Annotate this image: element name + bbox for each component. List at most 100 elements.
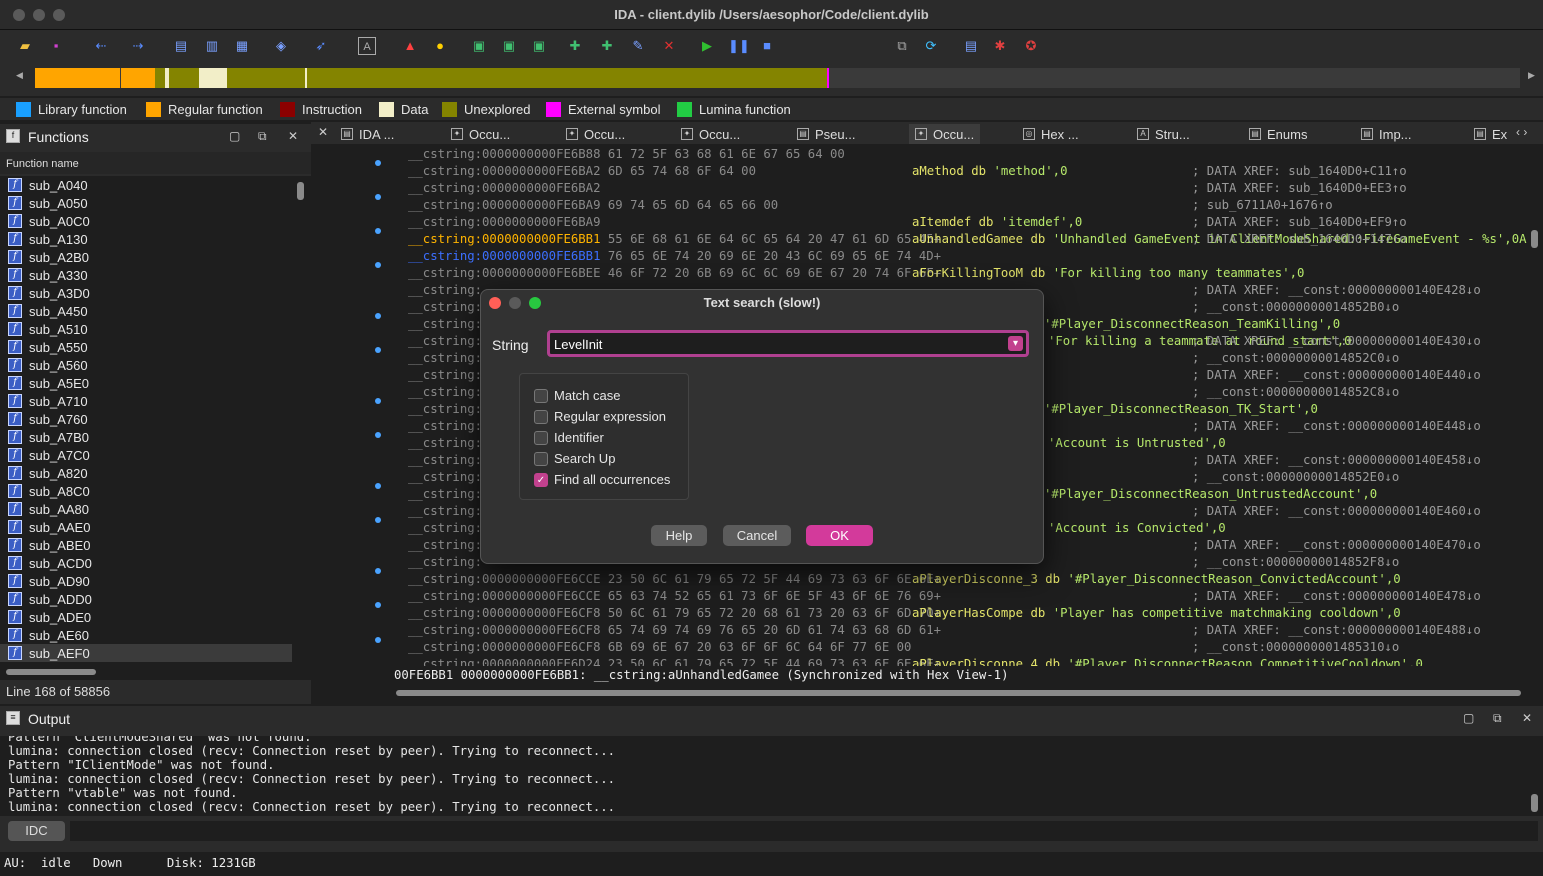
string-combobox[interactable]: ▾ (547, 330, 1029, 357)
add-segment-icon[interactable]: ▣ (470, 37, 488, 55)
function-item[interactable]: f sub_A050 (0, 194, 292, 212)
disasm-line[interactable]: __cstring:0000000000FE6BEE 46 6F 72 20 6… (408, 265, 941, 282)
scroll-thumb[interactable] (1531, 230, 1538, 248)
struct-icon[interactable]: ▣ (530, 37, 548, 55)
tab-ex[interactable]: ▤ Ex (1474, 124, 1507, 144)
function-item[interactable]: f sub_A0C0 (0, 212, 292, 230)
function-item[interactable]: f sub_ABE0 (0, 536, 292, 554)
panel-minimize-icon[interactable]: ▢ (1463, 711, 1474, 725)
function-item[interactable]: f sub_A560 (0, 356, 292, 374)
panel-close-icon[interactable]: ✕ (1522, 711, 1532, 725)
disasm-line[interactable]: __cstring:0000000000FE6BA2 (408, 180, 608, 197)
scroll-thumb[interactable] (396, 690, 1521, 696)
trace-icon[interactable]: ✱ (991, 37, 1009, 55)
function-item[interactable]: f sub_A7B0 (0, 428, 292, 446)
function-item[interactable]: f sub_AE60 (0, 626, 292, 644)
function-item[interactable]: f sub_AEF0 (0, 644, 292, 662)
tab-occu[interactable]: ✦ Occu... (681, 124, 740, 144)
output-scrollbar[interactable] (1527, 736, 1543, 816)
search-bulb-icon[interactable]: ● (431, 37, 449, 55)
function-item[interactable]: f sub_AD90 (0, 572, 292, 590)
tab-ida[interactable]: ▤ IDA ... (341, 124, 394, 144)
disasm-line[interactable]: __cstring:0000000000FE6BA9 69 74 65 6D 6… (408, 197, 778, 214)
checkbox[interactable] (534, 388, 548, 403)
function-item[interactable]: f sub_A3D0 (0, 284, 292, 302)
segment-icon[interactable]: ▣ (500, 37, 518, 55)
close-tab-icon[interactable]: ✕ (318, 125, 328, 139)
function-item[interactable]: f sub_A550 (0, 338, 292, 356)
function-item[interactable]: f sub_A8C0 (0, 482, 292, 500)
panel-float-icon[interactable]: ⧉ (258, 129, 267, 144)
open-file-icon[interactable]: ▰ (16, 37, 34, 55)
function-item[interactable]: f sub_AA80 (0, 500, 292, 518)
function-item[interactable]: f sub_AAE0 (0, 518, 292, 536)
string-input[interactable] (554, 334, 1004, 354)
stop-icon[interactable]: ■ (758, 37, 776, 55)
disasm-line[interactable]: __cstring:0000000000FE6D24 23 50 6C 61 7… (408, 656, 941, 666)
tab-pseu[interactable]: ▤ Pseu... (797, 124, 855, 144)
column-header-function-name[interactable]: Function name (0, 152, 311, 174)
chevron-down-icon[interactable]: ▾ (1008, 336, 1023, 351)
disasm-operand[interactable]: aMethod db 'method',0 (912, 163, 1068, 180)
refresh-icon[interactable]: ⟳ (922, 37, 940, 55)
disasm-line[interactable]: __cstring:0000000000FE6CCE 65 63 74 52 6… (408, 588, 941, 605)
disasm-operand[interactable]: aForKillingTooM db 'For killing too many… (912, 265, 1304, 282)
disasm-line[interactable]: __cstring:0000000000FE6BA2 6D 65 74 68 6… (408, 163, 756, 180)
disasm-view-icon[interactable]: ▤ (172, 37, 190, 55)
option-regular-expression[interactable]: Regular expression (534, 409, 666, 424)
function-item[interactable]: f sub_A820 (0, 464, 292, 482)
cursor-icon[interactable]: ➶ (312, 37, 330, 55)
proximity-view-icon[interactable]: ▦ (233, 37, 251, 55)
breakpoints-icon[interactable]: ▤ (962, 37, 980, 55)
option-match-case[interactable]: Match case (534, 388, 620, 403)
scroll-thumb[interactable] (297, 182, 304, 200)
cancel-button[interactable]: Cancel (723, 525, 791, 546)
function-item[interactable]: f sub_A760 (0, 410, 292, 428)
scroll-thumb[interactable] (1531, 794, 1538, 812)
function-item[interactable]: f sub_ADD0 (0, 590, 292, 608)
text-search-icon[interactable]: A (358, 37, 376, 55)
forward-icon[interactable]: ⇢ (129, 37, 147, 55)
save-icon[interactable]: ▪ (47, 37, 65, 55)
panel-close-icon[interactable]: ✕ (288, 129, 298, 143)
disasm-line[interactable]: __cstring:0000000000FE6CF8 50 6C 61 79 6… (408, 605, 941, 622)
tab-hex[interactable]: ◎ Hex ... (1023, 124, 1079, 144)
function-item[interactable]: f sub_ADE0 (0, 608, 292, 626)
function-item[interactable]: f sub_ACD0 (0, 554, 292, 572)
function-item[interactable]: f sub_A710 (0, 392, 292, 410)
disasm-scrollbar[interactable] (1527, 146, 1543, 666)
add-icon[interactable]: ✚ (566, 37, 584, 55)
disasm-line[interactable]: __cstring:0000000000FE6B88 61 72 5F 63 6… (408, 146, 845, 163)
tab-enums[interactable]: ▤ Enums (1249, 124, 1307, 144)
disasm-line[interactable]: __cstring:0000000000FE6BA9 (408, 214, 608, 231)
delete-icon[interactable]: ✕ (660, 37, 678, 55)
checkbox[interactable]: ✓ (534, 472, 548, 487)
help-button[interactable]: Help (651, 525, 707, 546)
run-icon[interactable]: ▶ (698, 37, 716, 55)
edit-icon[interactable]: ✎ (629, 37, 647, 55)
panel-minimize-icon[interactable]: ▢ (229, 129, 240, 143)
tabs-scroll-icon[interactable]: ‹ › (1516, 125, 1527, 139)
command-input[interactable] (70, 821, 1538, 841)
code-icon[interactable]: ◈ (272, 37, 290, 55)
disasm-line[interactable]: __cstring:0000000000FE6CCE 23 50 6C 61 7… (408, 571, 941, 588)
function-item[interactable]: f sub_A130 (0, 230, 292, 248)
tab-occu[interactable]: ✦ Occu... (909, 124, 981, 144)
option-identifier[interactable]: Identifier (534, 430, 604, 445)
disasm-operand[interactable]: aPlayerDisconne_3 db '#Player_Disconnect… (912, 571, 1401, 588)
tab-occu[interactable]: ✦ Occu... (451, 124, 510, 144)
attach-icon[interactable]: ⧉ (893, 37, 911, 55)
back-icon[interactable]: ⇠ (92, 37, 110, 55)
disasm-line[interactable]: __cstring:0000000000FE6CF8 65 74 69 74 6… (408, 622, 941, 639)
disasm-operand[interactable]: aPlayerHasCompe db 'Player has competiti… (912, 605, 1401, 622)
function-item[interactable]: f sub_A2B0 (0, 248, 292, 266)
graph-view-icon[interactable]: ▥ (203, 37, 221, 55)
disasm-line[interactable]: __cstring:0000000000FE6CF8 6B 69 6E 67 2… (408, 639, 911, 656)
disasm-hscrollbar[interactable] (390, 686, 1527, 700)
checkbox[interactable] (534, 451, 548, 466)
function-item[interactable]: f sub_A510 (0, 320, 292, 338)
tab-imp[interactable]: ▤ Imp... (1361, 124, 1412, 144)
pause-icon[interactable]: ❚❚ (728, 37, 750, 55)
nav-right-icon[interactable]: ▶ (1528, 70, 1535, 81)
function-item[interactable]: f sub_A040 (0, 176, 292, 194)
